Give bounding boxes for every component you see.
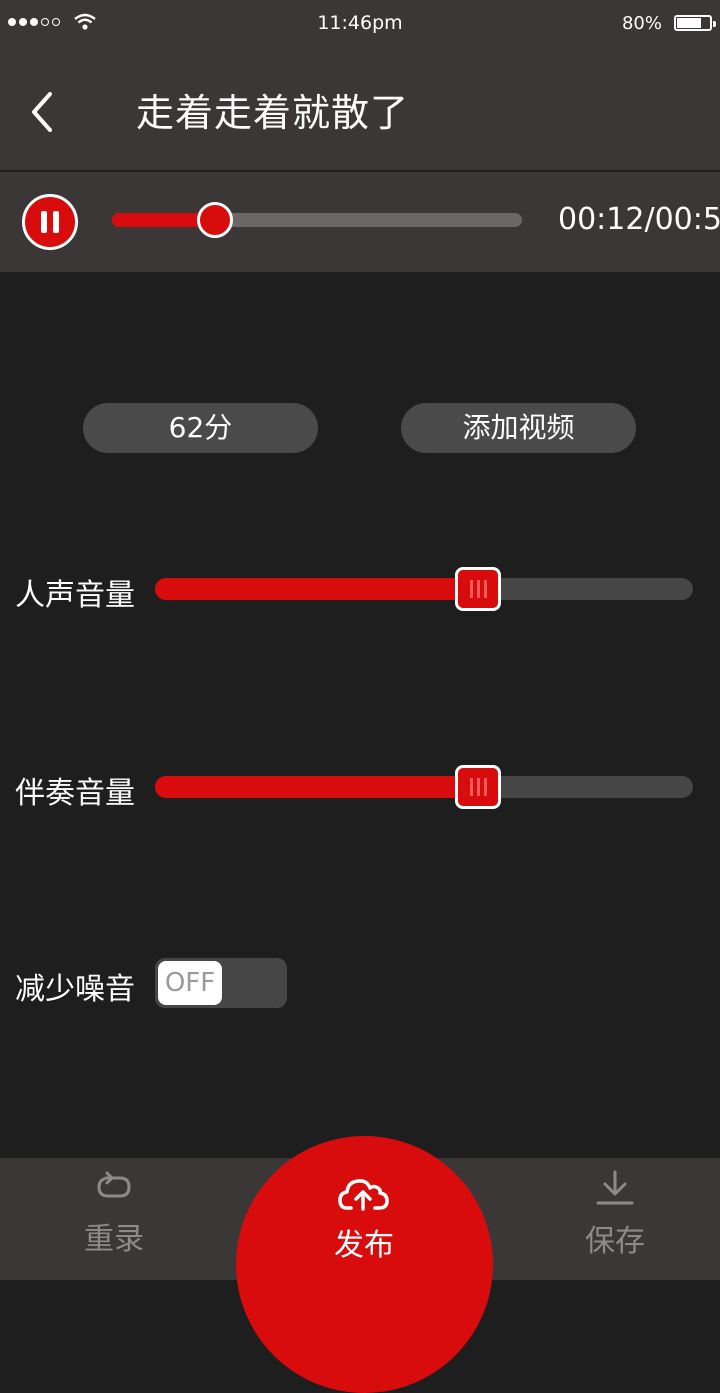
score-button[interactable]: 62分 bbox=[83, 403, 318, 453]
status-bar: 11:46pm 80% bbox=[0, 0, 720, 50]
download-icon bbox=[596, 1170, 634, 1205]
back-chevron-icon[interactable] bbox=[26, 88, 66, 136]
cloud-upload-icon bbox=[338, 1179, 389, 1211]
vocal-volume-fill bbox=[155, 578, 478, 600]
pause-icon bbox=[41, 211, 47, 233]
battery-percent: 80% bbox=[621, 13, 662, 34]
progress-knob[interactable] bbox=[196, 202, 233, 238]
accompaniment-volume-knob[interactable] bbox=[454, 765, 501, 809]
noise-reduction-label: 减少噪音 bbox=[15, 972, 135, 1007]
page-title: 走着走着就散了 bbox=[136, 91, 410, 135]
vocal-volume-knob[interactable] bbox=[454, 567, 501, 611]
publish-button[interactable] bbox=[236, 1136, 493, 1393]
vocal-volume-label: 人声音量 bbox=[15, 578, 135, 613]
battery-icon bbox=[674, 15, 716, 31]
accompaniment-volume-label: 伴奏音量 bbox=[15, 776, 135, 811]
pause-button[interactable] bbox=[22, 194, 78, 250]
save-button[interactable]: 保存 bbox=[535, 1170, 695, 1260]
add-video-button[interactable]: 添加视频 bbox=[401, 403, 636, 453]
playback-time: 00:12/00:52 bbox=[558, 202, 720, 237]
save-label: 保存 bbox=[585, 1224, 645, 1259]
status-time: 11:46pm bbox=[317, 12, 403, 34]
noise-reduction-state[interactable]: OFF bbox=[158, 961, 222, 1005]
rerecord-icon bbox=[97, 1171, 131, 1198]
accompaniment-volume-fill bbox=[155, 776, 478, 798]
